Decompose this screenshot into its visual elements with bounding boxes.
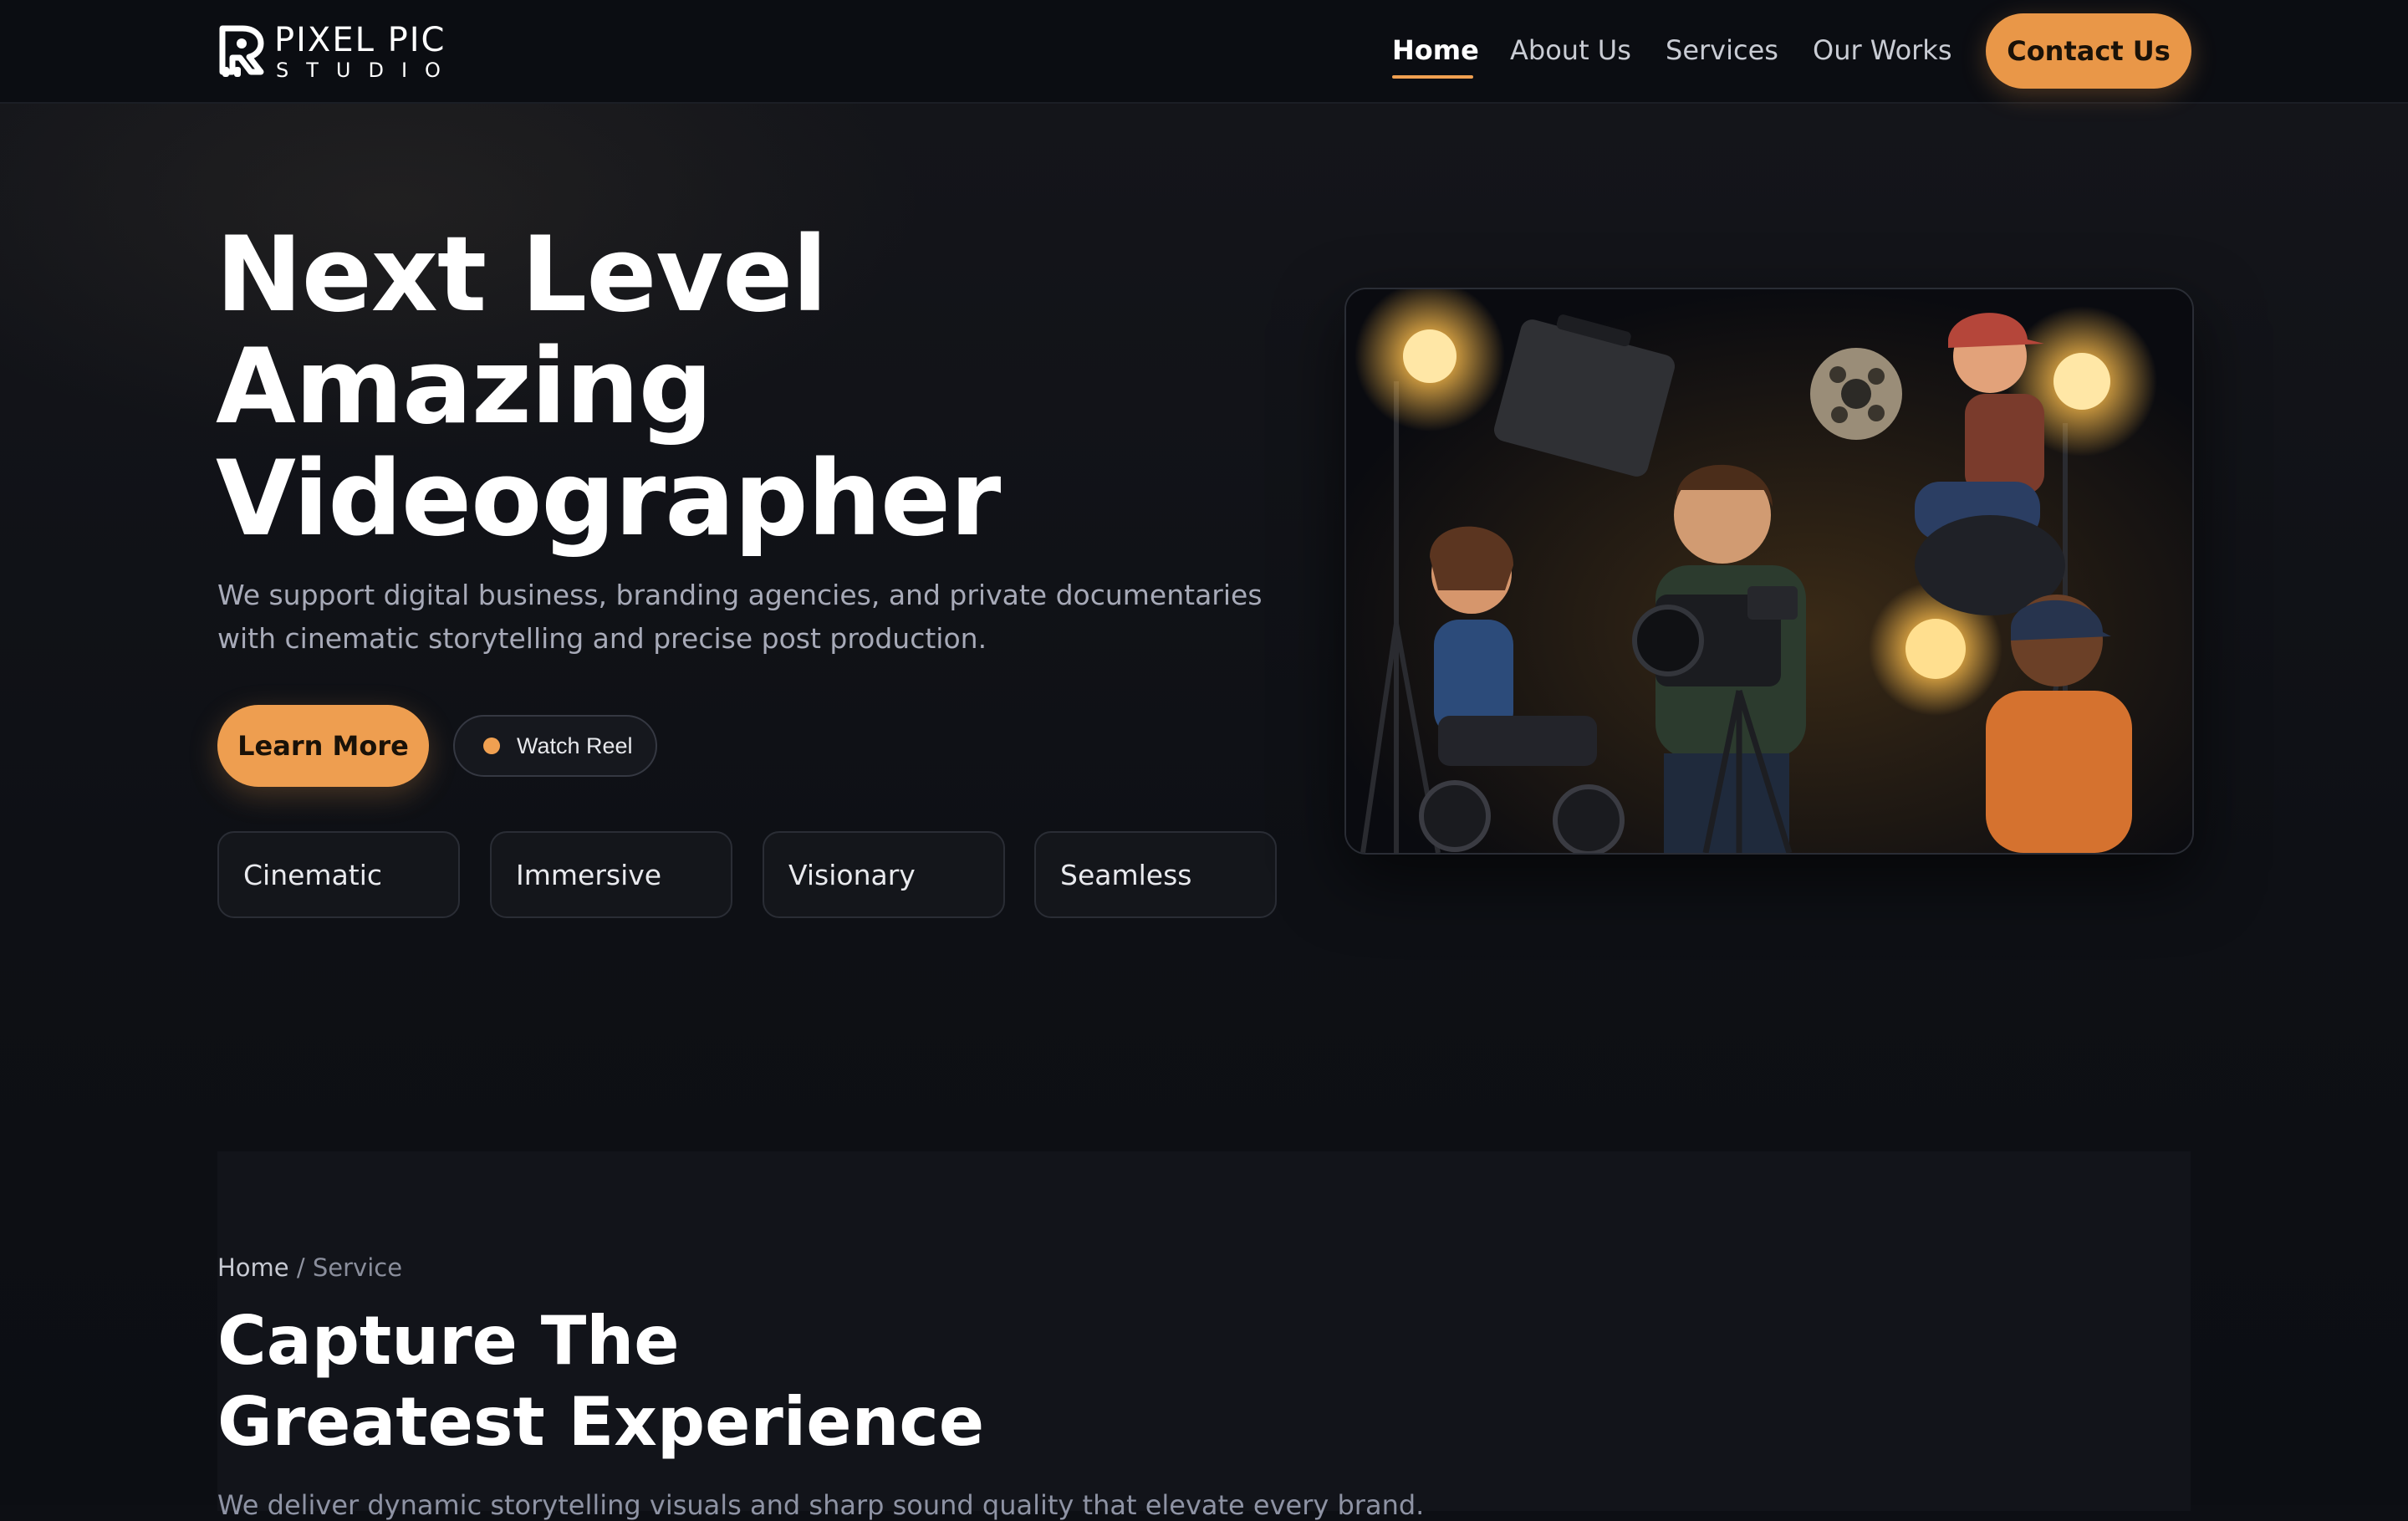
hero-image [1344, 288, 2194, 855]
hero-title-line: Next Level [216, 215, 828, 335]
learn-more-button[interactable]: Learn More [217, 705, 429, 787]
brand-subtitle: STUDIO [276, 59, 458, 82]
service-section: Home / Service Capture The Greatest Expe… [217, 1151, 2191, 1521]
section-title-line: Capture The [217, 1302, 680, 1380]
nav-about-us[interactable]: About Us [1510, 33, 1631, 67]
hero-title-line: Amazing [216, 327, 713, 447]
logo-mark-icon [219, 25, 264, 77]
feature-tag-seamless: Seamless [1034, 831, 1277, 918]
section-title: Capture The Greatest Experience [217, 1300, 984, 1462]
nav-our-works[interactable]: Our Works [1813, 33, 1952, 67]
contact-us-button[interactable]: Contact Us [1986, 13, 2191, 89]
feature-tag-visionary: Visionary [763, 831, 1005, 918]
brand-name: PIXEL PIC [274, 21, 446, 59]
feature-tag-cinematic: Cinematic [217, 831, 460, 918]
nav-home[interactable]: Home [1392, 33, 1479, 67]
film-crew-illustration [1346, 289, 2192, 853]
feature-tag-immersive: Immersive [490, 831, 732, 918]
breadcrumb: Home / Service [217, 1253, 402, 1282]
top-navigation: PIXEL PIC STUDIO Home About Us Services … [0, 0, 2408, 104]
nav-active-indicator [1392, 75, 1473, 79]
brand-logo[interactable]: PIXEL PIC STUDIO [217, 21, 468, 82]
section-description: We deliver dynamic storytelling visuals … [217, 1489, 1425, 1521]
nav-services[interactable]: Services [1666, 33, 1778, 67]
watch-reel-button[interactable]: Watch Reel [453, 715, 657, 777]
hero-title-line: Videographer [216, 439, 1001, 559]
breadcrumb-separator: / [296, 1253, 305, 1282]
breadcrumb-home[interactable]: Home [217, 1253, 289, 1282]
breadcrumb-current: Service [312, 1253, 403, 1282]
watch-reel-label: Watch Reel [517, 732, 633, 758]
hero-subtitle: We support digital business, branding ag… [217, 579, 1263, 655]
section-title-line: Greatest Experience [217, 1383, 985, 1461]
play-dot-icon [483, 738, 500, 754]
hero-title: Next Level Amazing Videographer [216, 215, 1001, 559]
